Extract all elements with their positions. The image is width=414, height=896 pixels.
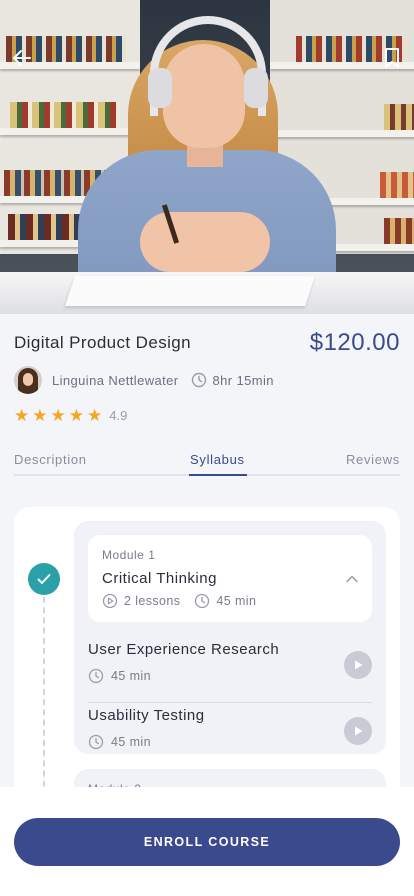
rating-value: 4.9 — [109, 408, 128, 423]
enroll-course-button[interactable]: ENROLL COURSE — [14, 818, 400, 866]
course-price: $120.00 — [309, 329, 400, 356]
module-title: Critical Thinking — [102, 570, 217, 587]
clock-icon — [195, 593, 210, 609]
module-meta: 2 lessons 45 min — [102, 593, 256, 609]
course-hero-image — [0, 0, 414, 314]
play-icon — [355, 660, 363, 670]
module-label: Module 1 — [102, 548, 156, 562]
star-icon: ★ — [32, 406, 48, 425]
lesson-time: 45 min — [88, 734, 151, 750]
papers — [65, 276, 315, 306]
course-title: Digital Product Design — [14, 333, 191, 352]
star-icon: ★ — [50, 406, 66, 425]
lessons-count: 2 lessons — [124, 594, 181, 608]
module-1-header[interactable]: Module 1 Critical Thinking 2 lessons 45 … — [88, 535, 372, 622]
bookmark-icon — [385, 48, 399, 68]
active-tab-indicator — [189, 474, 247, 476]
lesson-duration: 45 min — [111, 669, 151, 683]
star-icon: ★ — [87, 406, 103, 425]
bookmark-button[interactable] — [378, 44, 406, 72]
instructor-avatar[interactable] — [14, 366, 42, 394]
check-icon — [37, 574, 51, 584]
back-button[interactable] — [8, 44, 36, 72]
lesson-title: User Experience Research — [88, 641, 280, 658]
course-rating: ★ ★ ★ ★ ★ 4.9 — [14, 407, 127, 424]
play-circle-icon — [102, 593, 118, 609]
module-1: Module 1 Critical Thinking 2 lessons 45 … — [74, 521, 386, 754]
bottom-bar: ENROLL COURSE — [0, 787, 414, 896]
headphone-cup — [148, 68, 172, 108]
clock-icon — [88, 668, 104, 684]
tab-reviews[interactable]: Reviews — [346, 452, 400, 467]
module-completed-badge — [28, 563, 60, 595]
chevron-up-icon[interactable] — [344, 571, 360, 592]
star-icon: ★ — [68, 406, 84, 425]
module-duration: 45 min — [216, 594, 257, 608]
headphone-cup — [244, 68, 268, 108]
person-hands — [140, 212, 270, 272]
star-icon: ★ — [14, 406, 30, 425]
tab-syllabus[interactable]: Syllabus — [190, 452, 245, 467]
lesson-time: 45 min — [88, 668, 151, 684]
lesson-item[interactable]: Usability Testing 45 min — [88, 697, 372, 761]
play-button[interactable] — [344, 717, 372, 745]
lesson-item[interactable]: User Experience Research 45 min — [88, 631, 372, 695]
arrow-left-icon — [13, 50, 31, 66]
tab-description[interactable]: Description — [14, 452, 87, 467]
course-tabs: Description Syllabus Reviews — [14, 444, 400, 476]
lesson-duration: 45 min — [111, 735, 151, 749]
clock-icon — [191, 372, 207, 388]
instructor-name[interactable]: Linguina Nettlewater — [52, 373, 179, 388]
lesson-title: Usability Testing — [88, 707, 205, 724]
books — [384, 104, 414, 130]
course-meta: Linguina Nettlewater 8hr 15min — [14, 366, 274, 394]
shelf — [0, 128, 140, 135]
clock-icon — [88, 734, 104, 750]
books — [384, 218, 414, 244]
play-icon — [355, 726, 363, 736]
play-button[interactable] — [344, 651, 372, 679]
shelf — [270, 130, 414, 137]
timeline-line — [43, 597, 45, 797]
books — [380, 172, 414, 198]
course-duration: 8hr 15min — [212, 372, 274, 388]
books — [10, 102, 120, 128]
